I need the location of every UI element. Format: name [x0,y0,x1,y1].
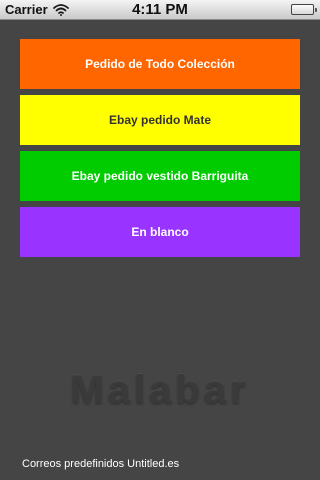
clock: 4:11 PM [132,1,188,18]
order-button-en-blanco[interactable]: En blanco [20,207,300,257]
order-button-todo-coleccion[interactable]: Pedido de Todo Colección [20,39,300,89]
order-button-label: En blanco [131,225,189,239]
order-button-label: Ebay pedido Mate [108,113,212,127]
order-button-label: Ebay pedido vestido Barriguita [71,169,249,183]
order-button-ebay-vestido-barriguita[interactable]: Ebay pedido vestido Barriguita [20,151,300,201]
footer-text: Correos predefinidos Untitled.es [22,458,180,470]
order-button-label: Pedido de Todo Colección [85,57,235,71]
status-bar: Carrier 4:11 PM [0,0,320,20]
battery-icon [291,4,317,15]
brand-logo-text: Malabar [70,368,250,412]
order-button-ebay-mate[interactable]: Ebay pedido Mate [20,95,300,145]
